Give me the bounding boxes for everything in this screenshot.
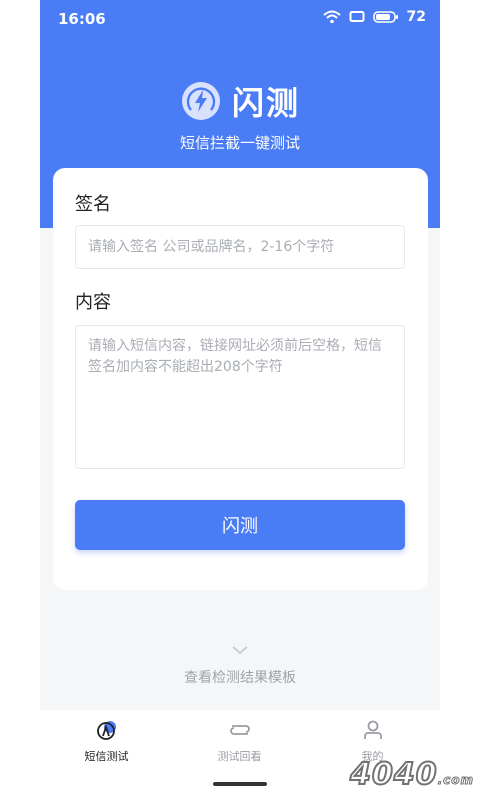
radar-icon <box>96 721 116 740</box>
app-name: 闪测 <box>231 84 300 122</box>
sign-input[interactable] <box>75 225 405 269</box>
tab-label: 测试回看 <box>217 750 262 763</box>
content-input[interactable] <box>75 325 405 469</box>
watermark-suffix: .com <box>437 773 474 788</box>
test-form-card: 签名 内容 闪测 <box>53 168 428 590</box>
tab-label: 短信测试 <box>84 750 129 763</box>
battery-level: 72 <box>406 9 426 25</box>
lightning-bolt-icon <box>181 82 220 120</box>
sign-label: 签名 <box>75 194 111 215</box>
wifi-icon <box>322 10 341 24</box>
view-templates-link[interactable]: 查看检测结果模板 <box>40 645 440 687</box>
flash-test-button[interactable]: 闪测 <box>75 500 405 550</box>
tab-test-history[interactable]: 测试回看 <box>173 718 306 764</box>
site-watermark: 4040.com <box>349 756 474 793</box>
user-icon <box>363 720 382 739</box>
app-subtitle: 短信拦截一键测试 <box>179 134 300 152</box>
home-indicator <box>213 782 267 786</box>
brand-header: 闪测 <box>40 78 440 124</box>
chevron-down-icon <box>232 646 248 655</box>
swap-icon <box>229 725 250 735</box>
app-screen: 16:06 72 闪测 短信拦截一键测试 签名 请输入签名 公司或品牌名，2-1… <box>40 0 440 800</box>
tab-sms-test[interactable]: 短信测试 <box>40 718 173 764</box>
status-bar: 16:06 72 <box>40 0 440 40</box>
status-icons: 72 <box>322 9 426 25</box>
watermark-text: 4040 <box>349 756 438 793</box>
view-templates-label: 查看检测结果模板 <box>184 670 296 686</box>
status-time: 16:06 <box>58 10 106 28</box>
screen-icon <box>349 11 365 22</box>
battery-icon <box>372 11 398 23</box>
content-label: 内容 <box>75 292 111 313</box>
